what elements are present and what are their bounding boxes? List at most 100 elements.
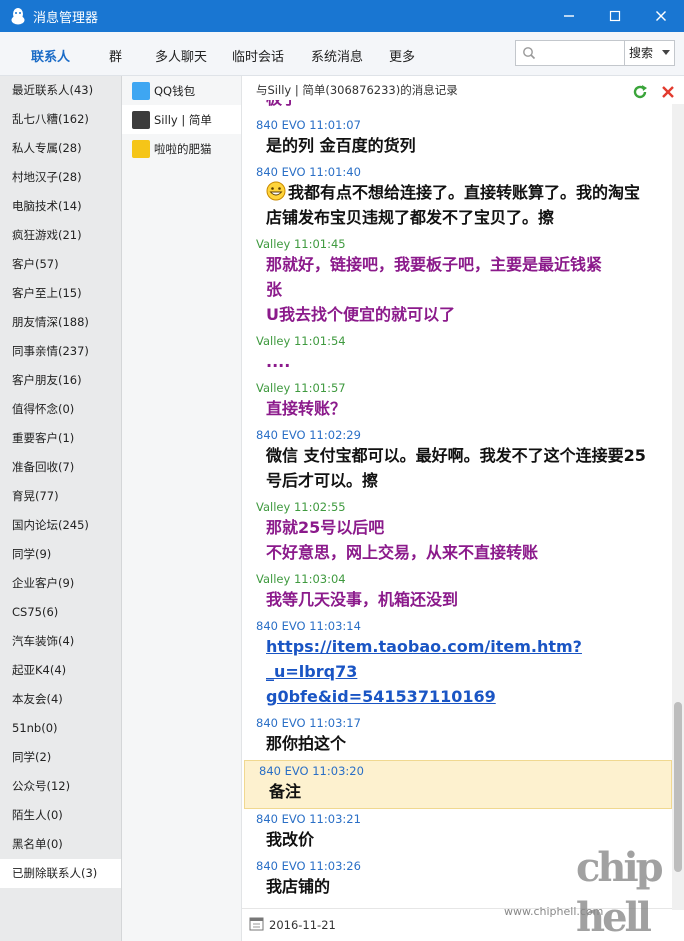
message-body: 直接转账？ [256, 396, 664, 425]
minimize-button[interactable] [546, 0, 592, 32]
tab-temp-session[interactable]: 临时会话 [232, 46, 284, 65]
message-line: 那就25号以后吧 [266, 518, 385, 537]
tab-contacts[interactable]: 联系人 [31, 46, 70, 65]
group-item[interactable]: 黑名单(0) [0, 830, 121, 859]
message-line: 备注 [269, 782, 302, 801]
message-line: 那就好，链接吧，我要板子吧，主要是最近钱紧 [266, 255, 603, 274]
group-item[interactable]: 本友会(4) [0, 685, 121, 714]
toolbar: 联系人 群 多人聊天 临时会话 系统消息 更多 搜索 [0, 32, 684, 76]
group-item[interactable]: 企业客户(9) [0, 569, 121, 598]
chat-header-title: 与Silly | 简单(306876233)的消息记录 [256, 83, 458, 97]
group-item[interactable]: 乱七八糟(162) [0, 105, 121, 134]
message-item: 840 EVO 11:02:29 微信 支付宝都可以。最好啊。我发不了这个连接要2… [242, 425, 672, 497]
contact-name: 啦啦的肥猫 [154, 141, 212, 156]
close-button[interactable] [638, 0, 684, 32]
message-meta: 840 EVO 11:01:07 [256, 118, 361, 132]
message-list: 板子 840 EVO 11:01:07是的列 金百度的货列840 EVO 11:… [242, 100, 672, 906]
group-item[interactable]: 疯狂游戏(21) [0, 221, 121, 250]
group-item[interactable]: 同事亲情(237) [0, 337, 121, 366]
message-body[interactable]: https://item.taobao.com/item.htm?_u=lbrq… [256, 634, 664, 713]
search-dropdown-button[interactable]: 搜索 [624, 40, 675, 66]
watermark-logo: chip hell [576, 844, 664, 941]
message-item: 840 EVO 11:03:20 备注 [244, 760, 672, 809]
close-icon [656, 11, 666, 21]
contact-group-list: 最近联系人(43) 乱七八糟(162) 私人专属(28) 村地汉子(28) 电脑技术(1… [0, 76, 122, 941]
group-item[interactable]: 最近联系人(43) [0, 76, 121, 105]
message-meta: 840 EVO 11:03:21 [256, 812, 361, 826]
message-item: 840 EVO 11:03:17 那你拍这个 [242, 713, 672, 760]
group-item[interactable]: 同学(2) [0, 743, 121, 772]
group-item[interactable]: 起亚K4(4) [0, 656, 121, 685]
message-line: 微信 支付宝都可以。最好啊。我发不了这个连接要25 [266, 446, 646, 465]
contact-item[interactable]: QQ钱包 [122, 76, 241, 105]
message-meta: 840 EVO 11:03:14 [256, 619, 361, 633]
group-item[interactable]: 私人专属(28) [0, 134, 121, 163]
group-item[interactable]: 已删除联系人(3) [0, 859, 121, 888]
grin-emoji-icon [266, 181, 286, 201]
group-item[interactable]: 重要客户(1) [0, 424, 121, 453]
group-item[interactable]: CS75(6) [0, 598, 121, 627]
message-meta: 840 EVO 11:03:20 [259, 764, 364, 778]
message-meta: 840 EVO 11:01:40 [256, 165, 361, 179]
search-button-label: 搜索 [629, 46, 654, 60]
group-item[interactable]: 51nb(0) [0, 714, 121, 743]
avatar [132, 139, 150, 158]
message-line: 我都有点不想给连接了。直接转账算了。我的淘宝 [266, 180, 664, 205]
message-link[interactable]: g0bfe&id=541537110169 [266, 684, 664, 709]
minimize-icon [564, 15, 574, 17]
message-item: 840 EVO 11:01:07 是的列 金百度的货列 [242, 115, 672, 162]
group-item[interactable]: 汽车装饰(4) [0, 627, 121, 656]
message-line: 我等几天没事，机箱还没到 [266, 590, 459, 609]
group-item[interactable]: 同学(9) [0, 540, 121, 569]
tab-groups[interactable]: 群 [109, 46, 122, 65]
tab-multi-chat[interactable]: 多人聊天 [155, 46, 207, 65]
search-field [515, 40, 625, 66]
group-item[interactable]: 朋友情深(188) [0, 308, 121, 337]
message-meta: 840 EVO 11:02:29 [256, 428, 361, 442]
tab-more[interactable]: 更多 [389, 46, 415, 65]
message-meta: Valley 11:01:57 [256, 381, 346, 395]
message-body: 我等几天没事，机箱还没到 [256, 587, 664, 616]
maximize-button[interactable] [592, 0, 638, 32]
contact-name: Silly | 简单 [154, 112, 212, 127]
group-item[interactable]: 客户(57) [0, 250, 121, 279]
group-item[interactable]: 公众号(12) [0, 772, 121, 801]
group-item[interactable]: 电脑技术(14) [0, 192, 121, 221]
group-item[interactable]: 准备回收(7) [0, 453, 121, 482]
message-body: .... [256, 349, 664, 378]
chat-history-panel: 与Silly | 简单(306876233)的消息记录 板子 840 EVO 1… [242, 76, 684, 941]
contact-item[interactable]: Silly | 简单 [122, 105, 241, 134]
avatar [132, 110, 150, 129]
group-item[interactable]: 国内论坛(245) [0, 511, 121, 540]
search-icon [522, 46, 536, 63]
group-item[interactable]: 陌生人(0) [0, 801, 121, 830]
message-line: U我去找个便宜的就可以了 [266, 305, 455, 324]
chat-scrollbar[interactable] [672, 104, 684, 910]
message-body: 那就25号以后吧 不好意思，网上交易，从来不直接转账 [256, 515, 664, 569]
message-line: 是的列 金百度的货列 [266, 136, 416, 155]
group-item[interactable]: 客户朋友(16) [0, 366, 121, 395]
message-line: 那你拍这个 [266, 734, 347, 753]
group-item[interactable]: 客户至上(15) [0, 279, 121, 308]
message-line: .... [266, 352, 291, 371]
title-bar: 消息管理器 [0, 0, 684, 32]
calendar-icon[interactable] [249, 916, 264, 934]
contact-item[interactable]: 啦啦的肥猫 [122, 134, 241, 163]
message-body: 微信 支付宝都可以。最好啊。我发不了这个连接要25 号后才可以。擦 [256, 443, 664, 497]
message-line: 店铺发布宝贝违规了都发不了宝贝了。擦 [266, 208, 555, 227]
group-item[interactable]: 值得怀念(0) [0, 395, 121, 424]
message-item: Valley 11:01:45 那就好，链接吧，我要板子吧，主要是最近钱紧张 U我去… [242, 234, 672, 331]
group-item[interactable]: 村地汉子(28) [0, 163, 121, 192]
tab-system-messages[interactable]: 系统消息 [311, 46, 363, 65]
message-link[interactable]: https://item.taobao.com/item.htm?_u=lbrq… [266, 634, 664, 684]
message-text: 板子 [256, 100, 664, 115]
watermark-url: www.chiphell.com [504, 905, 604, 918]
message-meta: Valley 11:01:45 [256, 237, 346, 251]
message-item: Valley 11:03:04 我等几天没事，机箱还没到 [242, 569, 672, 616]
window-title: 消息管理器 [33, 10, 99, 26]
message-meta: Valley 11:01:54 [256, 334, 346, 348]
message-item: Valley 11:01:54.... [242, 331, 672, 378]
group-item[interactable]: 育晃(77) [0, 482, 121, 511]
message-item: Valley 11:02:55 那就25号以后吧 不好意思，网上交易，从来不直接转账 [242, 497, 672, 569]
message-line: 直接转账？ [266, 399, 347, 418]
